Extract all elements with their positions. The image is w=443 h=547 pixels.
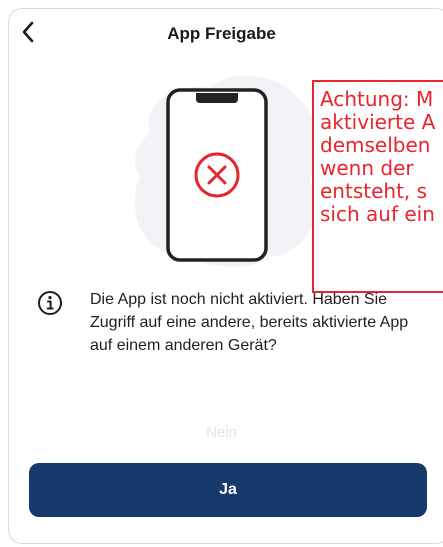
page-title: App Freigabe	[167, 24, 276, 43]
info-icon	[38, 291, 62, 315]
warning-box: Achtung: M aktivierte A demselben wenn d…	[312, 80, 443, 293]
header: App Freigabe	[0, 0, 443, 60]
not-activated-illustration	[110, 62, 330, 282]
warning-text: Achtung: M aktivierte A demselben wenn d…	[320, 87, 436, 226]
ja-button-label: Ja	[219, 481, 237, 498]
info-text: Die App ist noch nicht aktiviert. Haben …	[90, 291, 409, 354]
app-freigabe-screen: App Freigabe Achtung: M aktivierte A dem…	[0, 0, 443, 547]
ja-button[interactable]: Ja	[29, 463, 427, 517]
nein-button[interactable]: Nein	[0, 424, 443, 441]
